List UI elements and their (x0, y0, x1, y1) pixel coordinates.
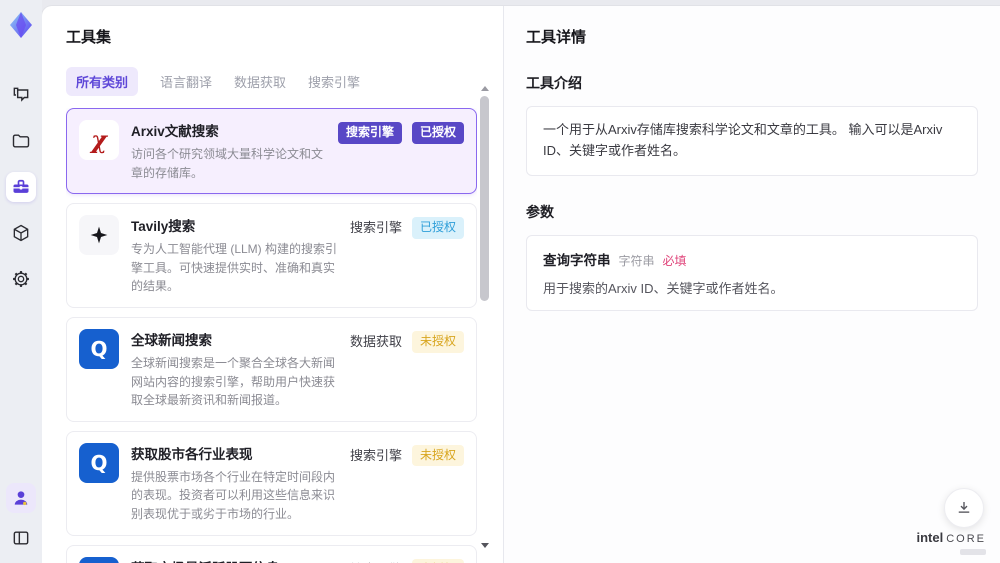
param-name: 查询字符串 (543, 252, 611, 268)
category-label: 数据获取 (349, 333, 402, 349)
intel-sub-badge (960, 549, 986, 555)
intro-text: 一个用于从Arxiv存储库搜索科学论文和文章的工具。 输入可以是Arxiv ID… (543, 122, 943, 158)
tool-description: 专为人工智能代理 (LLM) 构建的搜索引擎工具。可快速提供实时、准确和真实的结… (131, 242, 338, 294)
tool-description: 全球新闻搜索是一个聚合全球各大新闻网站内容的搜索引擎，帮助用户快速获取全球最新资… (131, 355, 336, 408)
news-q-icon: Q (79, 328, 119, 369)
param-card: 查询字符串 字符串 必填 用于搜索的Arxiv ID、关键字或作者姓名。 (526, 234, 978, 311)
tool-card-tavily[interactable]: Tavily搜索 专为人工智能代理 (LLM) 构建的搜索引擎工具。可快速提供实… (66, 203, 477, 308)
intro-heading: 工具介绍 (526, 75, 582, 91)
list-scrollbar (480, 86, 489, 548)
stock-q-icon: Q (79, 556, 119, 563)
tool-name: 获取股市各行业表现 (131, 446, 253, 462)
arxiv-logo-icon: χ (79, 120, 119, 160)
app-logo-icon[interactable] (6, 10, 36, 40)
tool-name: 获取市场最活跃股票信息 (131, 557, 338, 563)
auth-status-badge: 未授权 (411, 330, 464, 353)
param-description: 用于搜索的Arxiv ID、关键字或作者姓名。 (543, 280, 784, 296)
tool-description: 提供股票市场各个行业在特定时间段内的表现。投资者可以利用这些信息来识别表现优于或… (131, 469, 336, 521)
scrollbar-thumb[interactable] (480, 96, 489, 301)
user-avatar-icon[interactable] (6, 483, 36, 513)
tool-card-sector-performance[interactable]: Q 获取股市各行业表现 提供股票市场各个行业在特定时间段内的表现。投资者可以利用… (66, 430, 477, 536)
core-wordmark: CORE (946, 533, 986, 546)
download-icon (958, 502, 970, 513)
details-title: 工具详情 (526, 29, 587, 46)
folder-icon[interactable] (6, 126, 36, 156)
category-label: 搜索引擎 (349, 447, 402, 463)
content-shell: 工具集 所有类别 语言翻译 数据获取 搜索引擎 χ Arxiv文献搜索 访问各个… (42, 6, 1000, 563)
params-heading: 参数 (526, 203, 554, 220)
tab-search-engine[interactable]: 搜索引擎 (308, 67, 360, 96)
page-title: 工具集 (66, 29, 112, 46)
tool-card-active-stocks[interactable]: Q 获取市场最活跃股票信息 提供当天交易量最高的股票列表，投资者可以利用这些信息… (66, 544, 477, 563)
category-label: 搜索引擎 (350, 559, 402, 563)
settings-gear-icon[interactable] (6, 264, 36, 294)
panel-layout-icon[interactable] (6, 523, 36, 553)
stock-q-icon: Q (79, 442, 119, 483)
intel-core-logo: intel CORE (916, 529, 986, 555)
cube-icon[interactable] (6, 218, 36, 248)
tool-card-global-news[interactable]: Q 全球新闻搜索 全球新闻搜索是一个聚合全球各大新闻网站内容的搜索引擎，帮助用户… (66, 316, 477, 422)
sidebar-bottom (6, 483, 36, 553)
category-tabs: 所有类别 语言翻译 数据获取 搜索引擎 (66, 67, 503, 96)
tool-details-panel: 工具详情 工具介绍 一个用于从Arxiv存储库搜索科学论文和文章的工具。 输入可… (503, 6, 1000, 563)
app-window: 工具集 所有类别 语言翻译 数据获取 搜索引擎 χ Arxiv文献搜索 访问各个… (0, 0, 1000, 563)
tool-description: 访问各个研究领域大量科学论文和文章的存储库。 (131, 147, 324, 180)
tavily-star-icon (79, 215, 119, 256)
tool-name: Arxiv文献搜索 (131, 124, 219, 139)
auth-status-badge: 已授权 (411, 122, 464, 144)
download-button[interactable] (944, 488, 984, 528)
auth-status-badge: 已授权 (411, 217, 464, 239)
tools-panel: 工具集 所有类别 语言翻译 数据获取 搜索引擎 χ Arxiv文献搜索 访问各个… (42, 6, 503, 563)
scrollbar-down-arrow-icon[interactable] (481, 543, 489, 548)
sidebar-nav (6, 80, 36, 294)
tool-card-arxiv[interactable]: χ Arxiv文献搜索 访问各个研究领域大量科学论文和文章的存储库。 搜索引擎 … (66, 108, 477, 195)
chat-icon[interactable] (6, 80, 36, 110)
param-type: 字符串 (618, 253, 655, 268)
tab-language-translation[interactable]: 语言翻译 (160, 67, 212, 96)
scrollbar-up-arrow-icon[interactable] (481, 86, 489, 91)
intro-card: 一个用于从Arxiv存储库搜索科学论文和文章的工具。 输入可以是Arxiv ID… (526, 106, 978, 176)
tab-all-categories[interactable]: 所有类别 (66, 67, 139, 96)
auth-status-badge: 未授权 (411, 558, 464, 563)
tab-data-fetching[interactable]: 数据获取 (234, 67, 286, 96)
param-required-flag: 必填 (662, 253, 687, 268)
category-badge: 搜索引擎 (337, 122, 402, 144)
auth-status-badge: 未授权 (411, 444, 464, 467)
category-label: 搜索引擎 (349, 220, 402, 236)
tool-list: χ Arxiv文献搜索 访问各个研究领域大量科学论文和文章的存储库。 搜索引擎 … (66, 108, 477, 563)
intel-wordmark: intel (916, 530, 944, 546)
tool-name: Tavily搜索 (131, 219, 196, 235)
toolbox-icon-active[interactable] (6, 172, 36, 202)
sidebar (0, 0, 42, 563)
tool-name: 全球新闻搜索 (131, 332, 212, 348)
